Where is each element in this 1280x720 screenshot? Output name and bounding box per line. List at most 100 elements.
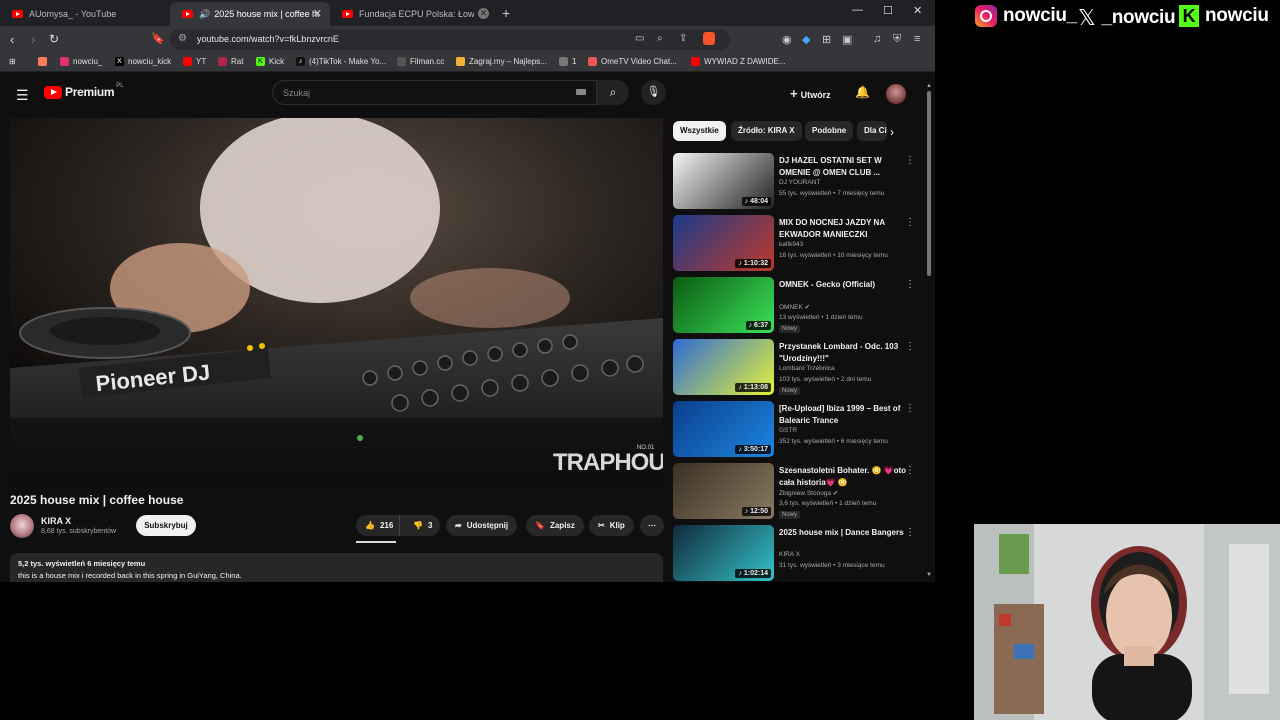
recommendation-title[interactable]: DJ HAZEL OSTATNI SET W OMENIE @ OMEN CLU… bbox=[779, 155, 911, 179]
site-settings-icon[interactable]: ⚙ bbox=[178, 33, 187, 44]
recommendation-card[interactable]: ♪ 1:02:14 2025 house mix | Dance Bangers K… bbox=[673, 525, 928, 581]
vpn-icon[interactable]: ◉ bbox=[782, 33, 792, 46]
tab-fundacja[interactable]: Fundacja ECPU Polska: Łowcy Pe ✕ bbox=[330, 2, 495, 26]
more-options-icon[interactable]: ⋮ bbox=[905, 155, 915, 166]
bookmark-item[interactable]: K Kick bbox=[256, 57, 284, 66]
sidebar-icon[interactable]: ▣ bbox=[842, 33, 852, 46]
extension-icon[interactable]: ◆ bbox=[802, 33, 810, 46]
bookmark-item[interactable]: nowciu_ bbox=[60, 57, 102, 66]
bookmark-item[interactable]: Rat bbox=[218, 57, 243, 66]
more-options-icon[interactable]: ⋮ bbox=[905, 341, 915, 352]
recommendation-title[interactable]: MIX DO NOCNEJ JAZDY NA EKWADOR MANIECZKI bbox=[779, 217, 911, 241]
recommendation-title[interactable]: 2025 house mix | Dance Bangers bbox=[779, 527, 911, 539]
recommendation-title[interactable]: [Re-Upload] Ibiza 1999 – Best of Baleari… bbox=[779, 403, 911, 427]
channel-avatar[interactable] bbox=[10, 514, 34, 538]
chip-all[interactable]: Wszystkie bbox=[673, 121, 726, 141]
chip-for-you[interactable]: Dla Ci bbox=[857, 121, 887, 141]
share-button[interactable]: ➦ Udostępnij bbox=[446, 515, 518, 536]
video-thumbnail[interactable]: ♪ 1:02:14 bbox=[673, 525, 774, 581]
recommendation-title[interactable]: Szesnastoletni Bohater. 😳 💗oto cała hist… bbox=[779, 465, 911, 489]
account-avatar[interactable] bbox=[886, 84, 906, 104]
recommendation-title[interactable]: Przystanek Lombard - Odc. 103 "Urodziny!… bbox=[779, 341, 911, 365]
tab-youtube-home[interactable]: AUomysa_ - YouTube bbox=[0, 2, 170, 26]
music-icon[interactable]: ♫ bbox=[873, 33, 881, 45]
like-button[interactable]: 👍 216 bbox=[356, 515, 400, 536]
tab-active-video[interactable]: 🔊 2025 house mix | coffee hous ✕ bbox=[170, 2, 330, 26]
create-button[interactable]: + Utwórz bbox=[790, 86, 831, 101]
more-options-icon[interactable]: ⋮ bbox=[905, 527, 915, 538]
bookmark-item[interactable]: 1 bbox=[559, 57, 576, 66]
video-player[interactable]: Pioneer DJ TRAPHOUSE NO.01 bbox=[10, 118, 663, 485]
scroll-down-icon[interactable]: ▼ bbox=[926, 572, 932, 578]
more-actions-button[interactable]: ⋯ bbox=[640, 515, 664, 536]
back-icon[interactable]: ‹ bbox=[10, 32, 14, 47]
chip-similar[interactable]: Podobne bbox=[805, 121, 854, 141]
scrollbar[interactable]: ▲ ▼ bbox=[926, 83, 932, 578]
bookmark-item[interactable]: YT bbox=[183, 57, 206, 66]
bookmark-icon[interactable]: 🔖 bbox=[151, 32, 165, 45]
video-thumbnail[interactable]: ♪ 1:13:08 bbox=[673, 339, 774, 395]
bookmark-item[interactable]: Xnowciu_kick bbox=[115, 57, 171, 66]
more-options-icon[interactable]: ⋮ bbox=[905, 403, 915, 414]
video-thumbnail[interactable]: ♪ 48:04 bbox=[673, 153, 774, 209]
scroll-up-icon[interactable]: ▲ bbox=[926, 83, 932, 89]
bookmark-item[interactable]: ♪ (4)TikTok - Make Yo... bbox=[296, 57, 386, 66]
reload-icon[interactable]: ↻ bbox=[49, 32, 59, 46]
voice-search-button[interactable]: 🎙 bbox=[641, 80, 666, 105]
shield-icon[interactable]: ⛨ bbox=[893, 33, 901, 46]
scrollbar-thumb[interactable] bbox=[927, 91, 931, 276]
more-options-icon[interactable]: ⋮ bbox=[905, 217, 915, 228]
subscribe-button[interactable]: Subskrybuj bbox=[136, 515, 196, 536]
bookmark-item[interactable]: OmeTV Video Chat... bbox=[588, 57, 677, 66]
zoom-icon[interactable]: ⌕ bbox=[657, 33, 663, 44]
chip-source[interactable]: Źródło: KIRA X bbox=[731, 121, 802, 141]
recommendation-card[interactable]: ♪ 1:13:08 Przystanek Lombard - Odc. 103 "… bbox=[673, 339, 928, 395]
search-button[interactable]: ⌕ bbox=[597, 80, 629, 105]
video-thumbnail[interactable]: ♪ 6:37 bbox=[673, 277, 774, 333]
bookmark-item[interactable]: Zagraj.my – Najleps... bbox=[456, 57, 547, 66]
minimize-icon[interactable]: — bbox=[852, 4, 863, 16]
youtube-logo[interactable]: Premium PL bbox=[44, 83, 124, 99]
cast-icon[interactable]: ▭ bbox=[635, 33, 644, 44]
search-input[interactable]: Szukaj bbox=[272, 80, 597, 105]
puzzle-icon[interactable]: ⊞ bbox=[822, 33, 831, 46]
recommendation-channel[interactable]: Zbigniew Stonoga ✔ bbox=[779, 489, 838, 497]
close-tab-icon[interactable]: ✕ bbox=[478, 8, 489, 19]
description-box[interactable]: 5,2 tys. wyświetleń 6 miesięcy temu this… bbox=[10, 553, 663, 582]
apps-icon[interactable]: ⊞ bbox=[9, 57, 16, 66]
recommendation-channel[interactable]: KIRA X bbox=[779, 551, 800, 558]
recommendation-channel[interactable]: OMNEK ✔ bbox=[779, 303, 810, 311]
dislike-button[interactable]: 👎 3 bbox=[405, 515, 432, 536]
recommendation-channel[interactable]: DJ YOURANT bbox=[779, 179, 820, 186]
bookmark-item[interactable] bbox=[38, 57, 51, 66]
menu-icon[interactable]: ≡ bbox=[914, 33, 920, 45]
more-options-icon[interactable]: ⋮ bbox=[905, 279, 915, 290]
hamburger-menu-icon[interactable]: ☰ bbox=[16, 87, 29, 104]
new-tab-button[interactable]: + bbox=[502, 5, 510, 21]
clip-button[interactable]: ✂ Klip bbox=[589, 515, 634, 536]
chevron-right-icon[interactable]: › bbox=[890, 125, 894, 139]
recommendation-card[interactable]: ♪ 12:50 Szesnastoletni Bohater. 😳 💗oto ca… bbox=[673, 463, 928, 519]
recommendation-title[interactable]: OMNEK - Gecko (Official) bbox=[779, 279, 911, 291]
brave-shield-icon[interactable] bbox=[703, 32, 715, 45]
maximize-icon[interactable]: ☐ bbox=[883, 4, 893, 17]
recommendation-card[interactable]: ♪ 1:10:32 MIX DO NOCNEJ JAZDY NA EKWADOR … bbox=[673, 215, 928, 271]
video-thumbnail[interactable]: ♪ 12:50 bbox=[673, 463, 774, 519]
keyboard-icon[interactable] bbox=[576, 89, 586, 95]
notifications-bell-icon[interactable]: 🔔 bbox=[855, 85, 870, 99]
recommendation-channel[interactable]: Lombard Trzebnica bbox=[779, 365, 835, 372]
recommendation-card[interactable]: ♪ 48:04 DJ HAZEL OSTATNI SET W OMENIE @ O… bbox=[673, 153, 928, 209]
recommendation-card[interactable]: ♪ 3:50:17 [Re-Upload] Ibiza 1999 – Best o… bbox=[673, 401, 928, 457]
close-tab-icon[interactable]: ✕ bbox=[313, 7, 322, 20]
recommendation-card[interactable]: ♪ 6:37 OMNEK - Gecko (Official) OMNEK ✔ 13 … bbox=[673, 277, 928, 333]
forward-icon[interactable]: › bbox=[31, 32, 35, 47]
window-close-icon[interactable]: ✕ bbox=[913, 4, 922, 17]
share-icon[interactable]: ⇪ bbox=[679, 33, 687, 44]
save-button[interactable]: 🔖 Zapisz bbox=[526, 515, 584, 536]
recommendation-channel[interactable]: GSTR bbox=[779, 427, 797, 434]
channel-name[interactable]: KIRA X bbox=[41, 516, 71, 526]
bookmark-item[interactable]: Filman.cc bbox=[397, 57, 444, 66]
video-thumbnail[interactable]: ♪ 1:10:32 bbox=[673, 215, 774, 271]
bookmark-item[interactable]: WYWIAD Z DAWIDE... bbox=[691, 57, 785, 66]
more-options-icon[interactable]: ⋮ bbox=[905, 465, 915, 476]
